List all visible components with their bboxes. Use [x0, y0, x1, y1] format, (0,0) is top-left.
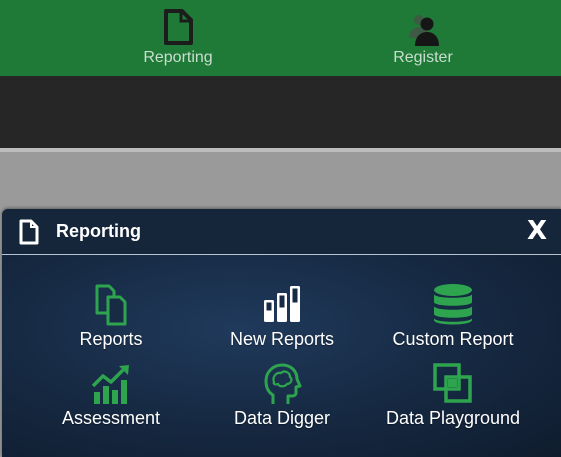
growth-chart-icon [91, 365, 129, 404]
nav-item-register[interactable]: Register [348, 0, 498, 76]
tile-assessment[interactable]: Assessment [26, 362, 196, 438]
tile-label: Data Playground [385, 408, 521, 428]
close-button[interactable]: X [527, 217, 547, 245]
tile-label: Custom Report [392, 329, 514, 349]
nav-item-reporting[interactable]: Reporting [103, 0, 253, 76]
tile-data-playground[interactable]: Data Playground [368, 362, 538, 438]
sub-header-bar [0, 76, 561, 148]
reporting-panel: Reporting X Reports New Reports Custom R… [2, 209, 561, 457]
tile-new-reports[interactable]: New Reports [197, 283, 367, 359]
tile-data-digger[interactable]: Data Digger [197, 362, 367, 438]
document-icon [19, 219, 39, 245]
tile-label: Data Digger [233, 408, 331, 428]
bar-levels-icon [264, 286, 300, 322]
head-brain-icon [264, 363, 302, 404]
tile-label: Reports [79, 329, 143, 349]
database-icon [434, 284, 472, 325]
document-icon [164, 9, 193, 45]
top-nav-bar: Reporting Register [0, 0, 561, 76]
overlap-squares-icon [433, 363, 472, 403]
divider [0, 148, 561, 152]
panel-header: Reporting X [2, 209, 561, 255]
nav-label: Register [393, 49, 453, 66]
tile-label: New Reports [229, 329, 335, 349]
panel-title: Reporting [56, 221, 141, 241]
tile-reports[interactable]: Reports [26, 283, 196, 359]
copy-documents-icon [95, 284, 127, 326]
nav-label: Reporting [143, 49, 213, 66]
users-icon [409, 15, 439, 46]
tile-label: Assessment [61, 408, 161, 428]
tile-custom-report[interactable]: Custom Report [368, 283, 538, 359]
